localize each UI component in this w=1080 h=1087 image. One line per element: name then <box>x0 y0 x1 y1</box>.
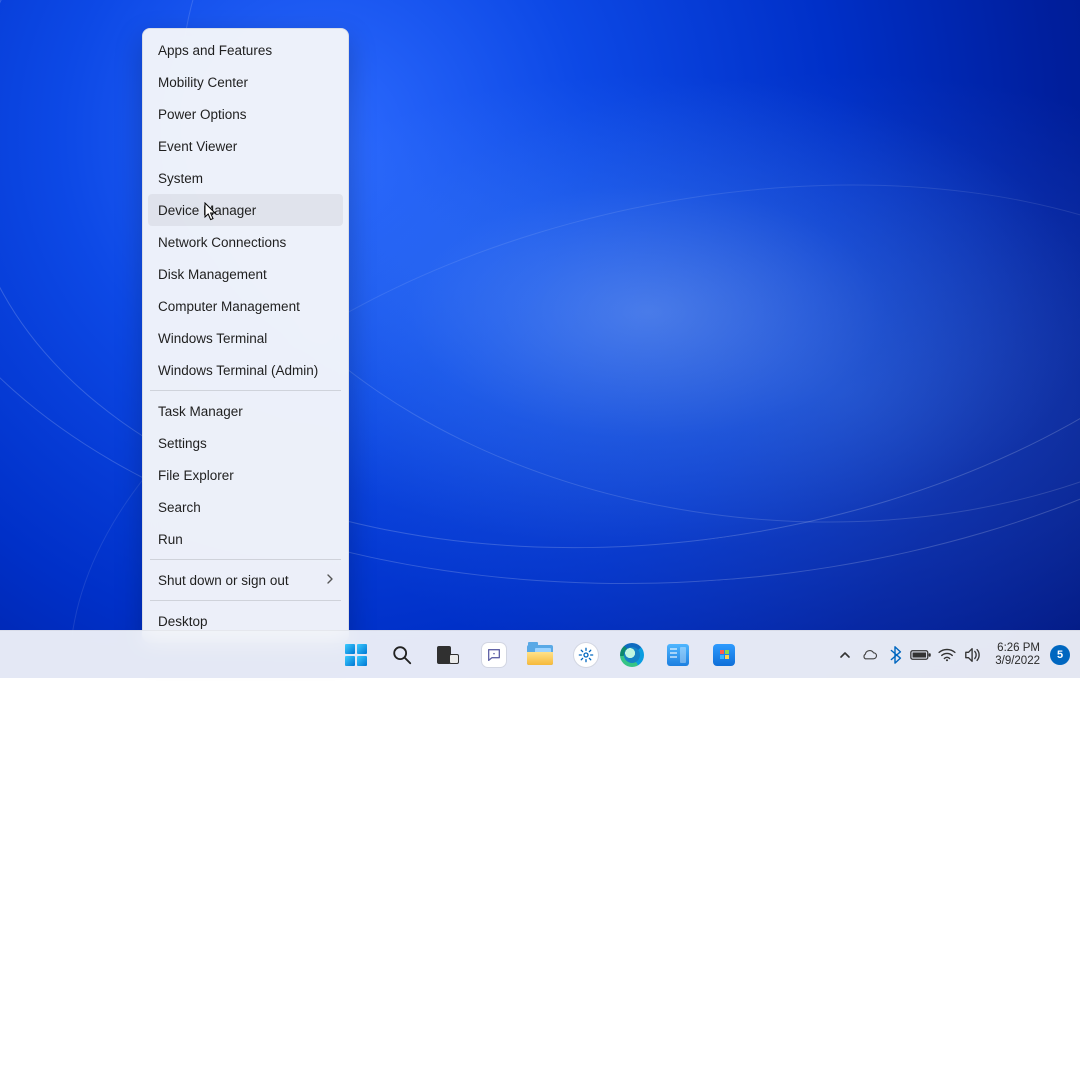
search-icon <box>391 644 413 666</box>
menu-item-label: System <box>158 171 203 186</box>
menu-separator <box>150 559 341 560</box>
menu-item-disk-management[interactable]: Disk Management <box>148 258 343 290</box>
menu-item-label: Device Manager <box>158 203 256 218</box>
bluetooth-tray-button[interactable] <box>883 635 907 675</box>
menu-item-label: Windows Terminal (Admin) <box>158 363 318 378</box>
taskbar-center <box>336 635 744 675</box>
onedrive-tray-button[interactable] <box>857 635 881 675</box>
menu-item-label: Disk Management <box>158 267 267 282</box>
menu-item-shut-down-or-sign-out[interactable]: Shut down or sign out <box>148 564 343 596</box>
menu-item-label: Mobility Center <box>158 75 248 90</box>
menu-item-event-viewer[interactable]: Event Viewer <box>148 130 343 162</box>
menu-item-search[interactable]: Search <box>148 491 343 523</box>
battery-tray-button[interactable] <box>909 635 933 675</box>
clock-time: 6:26 PM <box>995 642 1040 655</box>
menu-item-label: File Explorer <box>158 468 234 483</box>
onedrive-icon <box>860 648 878 662</box>
microsoft-store-icon <box>713 644 735 666</box>
system-tray: 6:26 PM 3/9/2022 5 <box>835 631 1074 679</box>
tray-overflow-button[interactable] <box>835 635 855 675</box>
menu-item-apps-and-features[interactable]: Apps and Features <box>148 34 343 66</box>
menu-item-computer-management[interactable]: Computer Management <box>148 290 343 322</box>
menu-item-label: Desktop <box>158 614 208 629</box>
windows-logo-icon <box>345 644 367 666</box>
menu-item-power-options[interactable]: Power Options <box>148 98 343 130</box>
file-explorer-button[interactable] <box>520 635 560 675</box>
server-manager-icon <box>667 644 689 666</box>
microsoft-store-button[interactable] <box>704 635 744 675</box>
menu-item-task-manager[interactable]: Task Manager <box>148 395 343 427</box>
edge-button[interactable] <box>612 635 652 675</box>
menu-item-device-manager[interactable]: Device Manager <box>148 194 343 226</box>
menu-item-windows-terminal[interactable]: Windows Terminal <box>148 322 343 354</box>
file-explorer-icon <box>527 645 553 665</box>
chat-button[interactable] <box>474 635 514 675</box>
gear-icon <box>574 643 598 667</box>
menu-item-label: Apps and Features <box>158 43 272 58</box>
task-view-icon <box>437 646 459 664</box>
settings-button[interactable] <box>566 635 606 675</box>
wifi-icon <box>938 648 956 662</box>
menu-item-label: Settings <box>158 436 207 451</box>
chevron-up-icon <box>839 649 851 661</box>
server-manager-button[interactable] <box>658 635 698 675</box>
wifi-tray-button[interactable] <box>935 635 959 675</box>
menu-item-label: Task Manager <box>158 404 243 419</box>
notification-count: 5 <box>1057 649 1063 661</box>
menu-item-settings[interactable]: Settings <box>148 427 343 459</box>
menu-item-label: Search <box>158 500 201 515</box>
winx-context-menu: Apps and Features Mobility Center Power … <box>142 28 349 643</box>
battery-icon <box>910 648 932 662</box>
menu-item-system[interactable]: System <box>148 162 343 194</box>
menu-item-label: Network Connections <box>158 235 286 250</box>
taskbar: 6:26 PM 3/9/2022 5 <box>0 630 1080 678</box>
chat-icon <box>482 643 506 667</box>
menu-item-label: Event Viewer <box>158 139 237 154</box>
menu-item-network-connections[interactable]: Network Connections <box>148 226 343 258</box>
menu-item-label: Run <box>158 532 183 547</box>
chevron-right-icon <box>325 574 335 584</box>
volume-tray-button[interactable] <box>961 635 985 675</box>
taskbar-clock[interactable]: 6:26 PM 3/9/2022 <box>987 642 1046 668</box>
menu-separator <box>150 390 341 391</box>
menu-item-run[interactable]: Run <box>148 523 343 555</box>
menu-item-mobility-center[interactable]: Mobility Center <box>148 66 343 98</box>
notification-center-button[interactable]: 5 <box>1050 645 1070 665</box>
clock-date: 3/9/2022 <box>995 655 1040 668</box>
task-view-button[interactable] <box>428 635 468 675</box>
volume-icon <box>964 647 982 663</box>
edge-icon <box>620 643 644 667</box>
menu-item-windows-terminal-admin[interactable]: Windows Terminal (Admin) <box>148 354 343 386</box>
menu-item-label: Power Options <box>158 107 247 122</box>
menu-item-label: Computer Management <box>158 299 300 314</box>
start-button[interactable] <box>336 635 376 675</box>
menu-item-label: Shut down or sign out <box>158 573 289 588</box>
menu-item-label: Windows Terminal <box>158 331 267 346</box>
bluetooth-icon <box>888 646 902 664</box>
menu-separator <box>150 600 341 601</box>
search-button[interactable] <box>382 635 422 675</box>
menu-item-file-explorer[interactable]: File Explorer <box>148 459 343 491</box>
